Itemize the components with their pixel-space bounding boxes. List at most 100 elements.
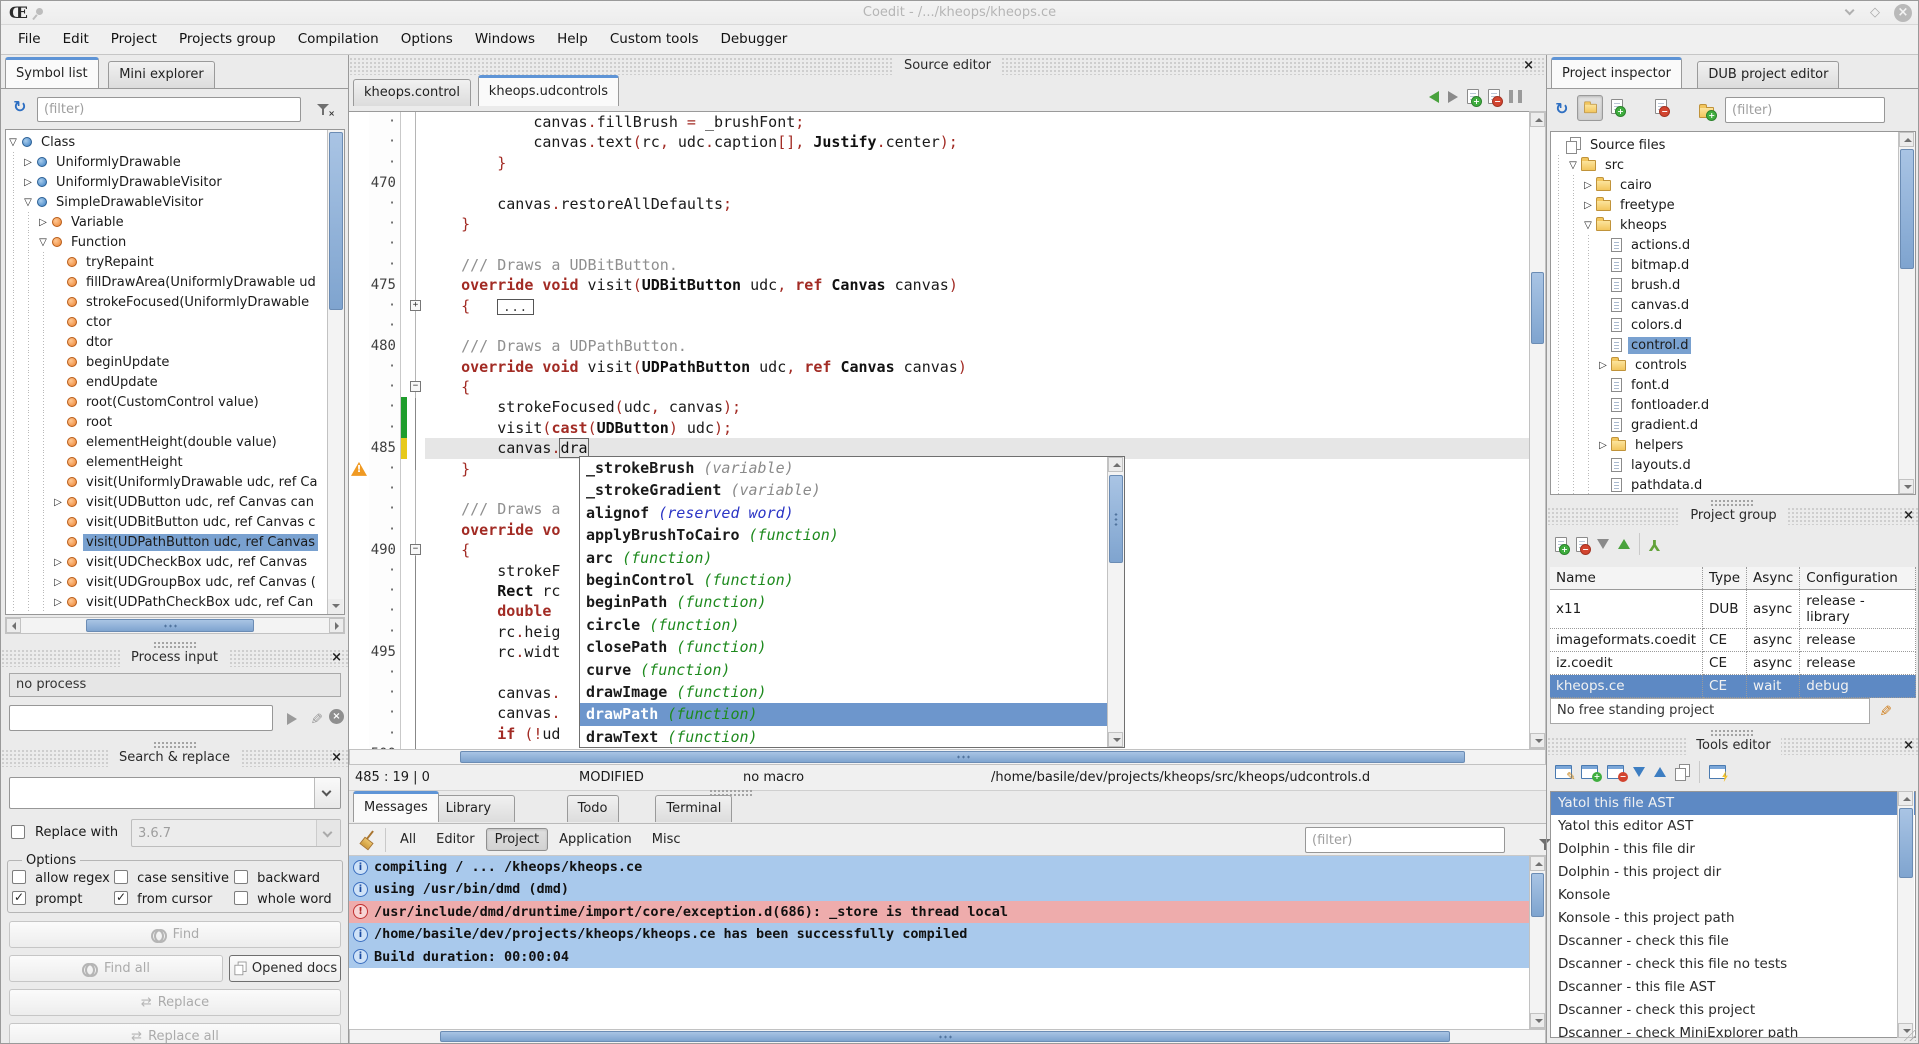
messages-tab-todo-list[interactable]: Todo list: [567, 795, 619, 822]
replace-dropdown-button[interactable]: [316, 820, 340, 846]
file-item-src[interactable]: ▽src: [1551, 155, 1898, 175]
remove-project-icon[interactable]: [1576, 537, 1588, 552]
expander-icon[interactable]: ▽: [1566, 160, 1580, 171]
replace-input[interactable]: [131, 819, 341, 847]
project-row-kheops-ce[interactable]: kheops.ceCEwaitdebug: [1550, 675, 1916, 698]
symbol-item-visit-udgroupbox-udc-re[interactable]: ▷visit(UDGroupBox udc, ref Canvas (: [6, 572, 327, 592]
code-line[interactable]: ·: [349, 234, 1546, 254]
file-item-helpers[interactable]: ▷helpers: [1551, 435, 1898, 455]
column-async[interactable]: Async: [1747, 567, 1800, 590]
completion-item-drawtext[interactable]: drawText(function): [580, 726, 1107, 747]
messages-filter-input[interactable]: [1305, 827, 1505, 853]
search-input[interactable]: [9, 777, 341, 809]
close-panel-icon[interactable]: ×: [331, 649, 342, 666]
code-line[interactable]: · canvas.restoreAllDefaults;: [349, 194, 1546, 214]
symbol-item-visit-uniformlydrawable[interactable]: visit(UniformlyDrawable udc, ref Ca: [6, 472, 327, 492]
completion-item-drawpath[interactable]: drawPath(function): [580, 703, 1107, 725]
messages-tab-terminal[interactable]: Terminal: [655, 795, 732, 822]
menu-custom-tools[interactable]: Custom tools: [599, 25, 710, 55]
fold-column[interactable]: −: [407, 377, 425, 397]
refresh-inspector-icon[interactable]: ↻: [1555, 101, 1568, 117]
close-panel-icon[interactable]: ×: [331, 749, 342, 766]
splitter-grip[interactable]: [1710, 729, 1754, 736]
tool-item-dolphin-this-project-dir[interactable]: Dolphin - this project dir: [1551, 861, 1915, 884]
expander-icon[interactable]: ▷: [1581, 200, 1595, 211]
menu-project[interactable]: Project: [100, 25, 168, 55]
expander-icon[interactable]: ▷: [36, 217, 50, 228]
scroll-left-arrow[interactable]: [6, 618, 21, 633]
expander-icon[interactable]: ▷: [21, 177, 35, 188]
symbol-item-ctor[interactable]: ctor: [6, 312, 327, 332]
message-row[interactable]: iBuild duration: 00:00:04: [349, 946, 1529, 968]
tool-item-dscanner-check-miniexplorer-path[interactable]: Dscanner - check MiniExplorer path: [1551, 1022, 1915, 1038]
messages-hscrollbar[interactable]: [349, 1029, 1546, 1044]
symbol-filter-input[interactable]: [37, 97, 301, 122]
tab-symbol-list[interactable]: Symbol list: [5, 57, 99, 88]
completion-item-circle[interactable]: circle(function): [580, 614, 1107, 636]
checkbox-allow-regex[interactable]: [12, 870, 26, 884]
process-input-field[interactable]: [9, 705, 273, 731]
scrollbar-thumb[interactable]: [86, 619, 254, 632]
file-item-kheops[interactable]: ▽kheops: [1551, 215, 1898, 235]
completion-item-applybrushtocairo[interactable]: applyBrushToCairo(function): [580, 524, 1107, 546]
send-selection-icon[interactable]: ✎: [308, 712, 323, 725]
column-name[interactable]: Name: [1550, 567, 1703, 590]
tool-item-dscanner-check-this-file[interactable]: Dscanner - check this file: [1551, 930, 1915, 953]
move-project-down-icon[interactable]: [1597, 539, 1609, 549]
menu-projects-group[interactable]: Projects group: [168, 25, 287, 55]
scrollbar-thumb[interactable]: [1109, 475, 1123, 563]
tool-item-dscanner-check-this-file-no-tests[interactable]: Dscanner - check this file no tests: [1551, 953, 1915, 976]
filter-all[interactable]: All: [391, 828, 425, 851]
fold-collapse-icon[interactable]: −: [410, 544, 421, 555]
editor-tab-kheops-udcontrols[interactable]: kheops.udcontrols: [478, 75, 619, 106]
expander-icon[interactable]: ▷: [51, 597, 65, 608]
option-whole-word[interactable]: whole word: [234, 891, 338, 907]
completion-item-drawimage[interactable]: drawImage(function): [580, 681, 1107, 703]
remove-file-icon[interactable]: [1655, 99, 1667, 114]
expander-icon[interactable]: ▽: [6, 137, 20, 148]
checkbox-from-cursor[interactable]: [114, 891, 128, 905]
symbol-item-uniformlydrawablevisitor[interactable]: ▷UniformlyDrawableVisitor: [6, 172, 327, 192]
fold-collapse-icon[interactable]: −: [410, 381, 421, 392]
expander-icon[interactable]: ▽: [1581, 220, 1595, 231]
symbol-item-visit-udcheckbox-udc-re[interactable]: ▷visit(UDCheckBox udc, ref Canvas: [6, 552, 327, 572]
filter-misc[interactable]: Misc: [643, 828, 690, 851]
menu-compilation[interactable]: Compilation: [287, 25, 390, 55]
symbol-item-visit-udbutton-udc-ref[interactable]: ▷visit(UDButton udc, ref Canvas can: [6, 492, 327, 512]
expander-icon[interactable]: ▷: [51, 497, 65, 508]
new-document-icon[interactable]: [1467, 89, 1479, 104]
splitter-grip[interactable]: [153, 741, 197, 748]
editor-tab-kheops-control[interactable]: kheops.control: [353, 79, 471, 106]
option-allow-regex[interactable]: allow regex: [12, 870, 114, 886]
edit-free-project-icon[interactable]: ✎: [1877, 704, 1892, 717]
edit-tool-icon[interactable]: ✎: [1555, 765, 1572, 779]
menu-help[interactable]: Help: [546, 25, 599, 55]
code-line[interactable]: ·+ { ...: [349, 296, 1546, 316]
expander-icon[interactable]: ▷: [1596, 440, 1610, 451]
menu-edit[interactable]: Edit: [52, 25, 100, 55]
find-all-button[interactable]: Find all: [9, 955, 223, 982]
scrollbar-thumb[interactable]: [1531, 272, 1544, 344]
code-line[interactable]: 475 override void visit(UDBitButton udc,…: [349, 275, 1546, 295]
replace-with-checkbox[interactable]: [11, 825, 25, 839]
completion-item-alignof[interactable]: alignof(reserved word): [580, 502, 1107, 524]
expander-icon[interactable]: ▷: [51, 577, 65, 588]
message-row[interactable]: icompiling / ... /kheops/kheops.ce: [349, 856, 1529, 878]
splitter-grip[interactable]: [153, 641, 197, 648]
code-line[interactable]: · /// Draws a UDBitButton.: [349, 255, 1546, 275]
option-from-cursor[interactable]: from cursor: [114, 891, 234, 907]
replace-all-button[interactable]: ⇄Replace all: [9, 1023, 341, 1044]
scroll-down-arrow[interactable]: [1530, 1013, 1545, 1028]
inspector-filter-input[interactable]: [1725, 97, 1885, 123]
scroll-up-arrow[interactable]: [1898, 791, 1913, 806]
option-prompt[interactable]: prompt: [12, 891, 114, 907]
next-document-icon[interactable]: [1448, 91, 1458, 103]
completion-item-arc[interactable]: arc(function): [580, 547, 1107, 569]
menu-debugger[interactable]: Debugger: [709, 25, 798, 55]
refresh-symbols-icon[interactable]: ↻: [13, 99, 26, 115]
project-row-iz-coedit[interactable]: iz.coeditCEasyncrelease: [1550, 652, 1916, 675]
file-item-brush-d[interactable]: brush.d: [1551, 275, 1898, 295]
scrollbar-thumb[interactable]: [1899, 808, 1913, 878]
clear-messages-icon[interactable]: [359, 830, 377, 848]
message-row[interactable]: i/home/basile/dev/projects/kheops/kheops…: [349, 923, 1529, 945]
